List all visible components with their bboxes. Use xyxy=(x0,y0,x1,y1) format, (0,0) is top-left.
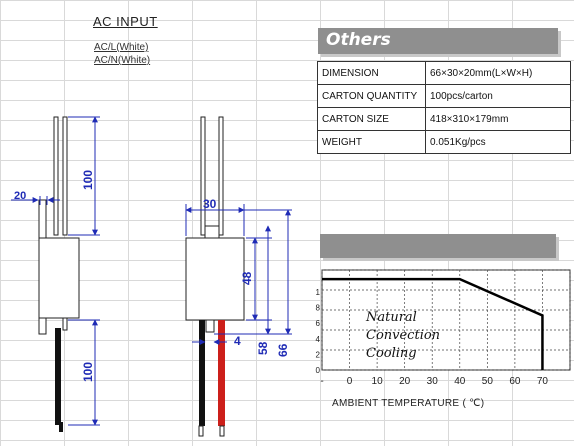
plot-area xyxy=(321,269,571,371)
y-tick-label: 0 xyxy=(316,366,321,375)
annotation-line: Cooling xyxy=(366,346,417,361)
x-tick-label: 10 xyxy=(372,376,384,387)
x-tick-label: 50 xyxy=(482,376,494,387)
x-tick-label: 40 xyxy=(454,376,466,387)
x-tick-label: 30 xyxy=(427,376,439,387)
y-tick-label: 6 xyxy=(316,319,321,328)
derating-chart: -0 10 20 30 40 50 60 70186420 xyxy=(316,269,571,387)
x-tick-label: 70 xyxy=(537,376,549,387)
annotation-line: Convection xyxy=(366,328,441,343)
x-tick-label: 20 xyxy=(399,376,411,387)
x-tick-label: 0 xyxy=(347,376,353,387)
annotation-line: Natural xyxy=(366,310,417,325)
y-tick-label: 2 xyxy=(316,350,321,359)
y-tick-label: 8 xyxy=(316,304,321,313)
y-tick-label: 1 xyxy=(316,288,321,297)
x-tick-label: - xyxy=(320,376,323,387)
x-axis-label: AMBIENT TEMPERATURE ( ℃) xyxy=(332,398,485,409)
x-tick-label: 60 xyxy=(509,376,521,387)
y-tick-label: 4 xyxy=(316,335,321,344)
